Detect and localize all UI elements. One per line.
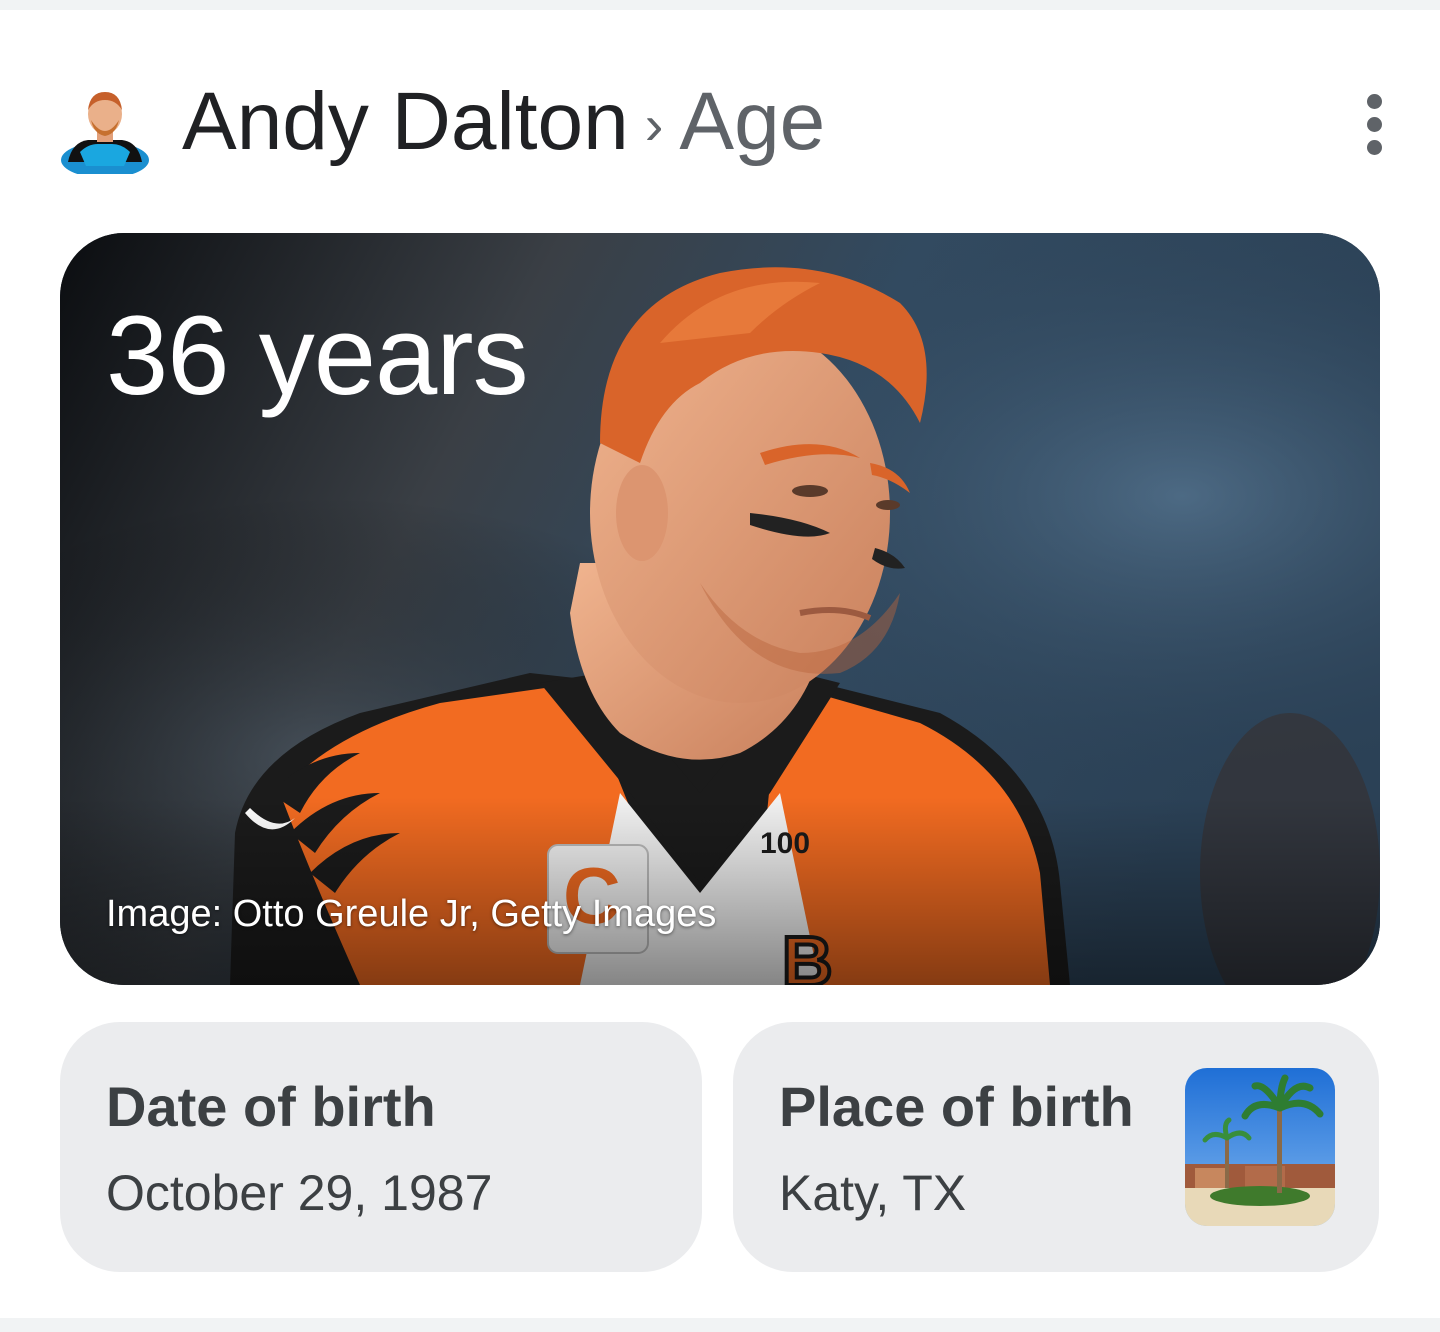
card-label: Place of birth bbox=[779, 1075, 1134, 1138]
image-credit[interactable]: Image: Otto Greule Jr, Getty Images bbox=[106, 893, 716, 936]
card-value: Katy, TX bbox=[779, 1165, 967, 1221]
entity-avatar[interactable] bbox=[58, 80, 152, 174]
date-of-birth-card[interactable]: Date of birth October 29, 1987 bbox=[60, 1022, 702, 1272]
place-of-birth-card[interactable]: Place of birth Katy, TX bbox=[733, 1022, 1379, 1272]
more-vert-icon[interactable] bbox=[1354, 84, 1394, 164]
page-title: Andy Dalton › Age bbox=[182, 72, 825, 172]
card-label: Date of birth bbox=[106, 1075, 436, 1138]
top-divider bbox=[0, 0, 1440, 10]
age-hero-card[interactable]: C 100 B 36 years Image: Otto Greule Jr, … bbox=[60, 233, 1380, 985]
attribute-name: Age bbox=[679, 76, 826, 167]
breadcrumb-separator: › bbox=[644, 92, 664, 156]
place-thumbnail bbox=[1185, 1068, 1335, 1226]
bottom-divider bbox=[0, 1318, 1440, 1332]
card-value: October 29, 1987 bbox=[106, 1165, 493, 1221]
entity-header: Andy Dalton › Age bbox=[58, 72, 1398, 174]
entity-name[interactable]: Andy Dalton bbox=[182, 75, 629, 169]
age-value: 36 years bbox=[106, 293, 529, 418]
